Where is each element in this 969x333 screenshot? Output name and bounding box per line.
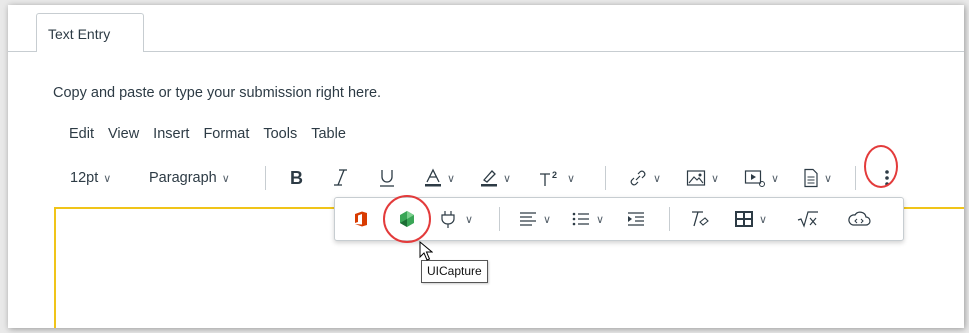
italic-icon: [334, 169, 347, 186]
tab-bar: Text Entry: [8, 5, 964, 52]
align-button[interactable]: ∨: [519, 198, 551, 240]
editor-menubar: Edit View Insert Format Tools Table: [69, 126, 346, 142]
media-icon: [744, 170, 765, 187]
mouse-pointer-icon: [419, 241, 433, 261]
image-button[interactable]: ∨: [686, 163, 719, 193]
italic-button[interactable]: [333, 163, 349, 193]
tab-text-entry[interactable]: Text Entry: [36, 13, 144, 52]
math-icon: [797, 211, 818, 228]
clear-format-icon: [692, 211, 709, 227]
chevron-down-icon: ∨: [596, 213, 605, 226]
document-button[interactable]: ∨: [803, 163, 832, 193]
underline-button[interactable]: [378, 163, 396, 193]
link-icon: [630, 170, 646, 186]
assignment-submission-panel: Text Entry Copy and paste or type your s…: [8, 5, 964, 328]
instruction-text: Copy and paste or type your submission r…: [53, 85, 382, 101]
list-button[interactable]: ∨: [572, 198, 604, 240]
chevron-down-icon: ∨: [824, 172, 833, 185]
chevron-down-icon: ∨: [759, 213, 768, 226]
office-button[interactable]: [354, 198, 368, 240]
underline-icon: [380, 170, 394, 187]
office-icon: [355, 211, 367, 227]
editor-toolbar: 12pt ∨ Paragraph ∨ B ∨ ∨ 2 ∨ ∨ ∨ ∨ ∨: [60, 163, 920, 193]
align-icon: [520, 212, 536, 226]
document-icon: [804, 168, 818, 188]
media-button[interactable]: ∨: [744, 163, 779, 193]
block-format-select[interactable]: Paragraph ∨: [149, 163, 230, 193]
menu-edit[interactable]: Edit: [69, 126, 94, 142]
menu-view[interactable]: View: [108, 126, 139, 142]
text-color-button[interactable]: ∨: [424, 163, 455, 193]
menu-tools[interactable]: Tools: [263, 126, 297, 142]
tooltip-uicapture: UICapture: [421, 260, 488, 283]
chevron-down-icon: ∨: [567, 172, 576, 185]
chevron-down-icon: ∨: [103, 172, 112, 185]
chevron-down-icon: ∨: [711, 172, 720, 185]
math-equation-button[interactable]: [797, 198, 819, 240]
chevron-down-icon: ∨: [503, 172, 512, 185]
bold-button[interactable]: B: [289, 163, 305, 193]
bold-icon: B: [290, 169, 303, 187]
chevron-down-icon: ∨: [543, 213, 552, 226]
highlight-color-button[interactable]: ∨: [480, 163, 511, 193]
highlight-circle-more: [864, 145, 898, 188]
chevron-down-icon: ∨: [447, 172, 456, 185]
cloud-embed-icon: [848, 211, 871, 226]
plugin-icon: [441, 211, 455, 228]
superscript-button[interactable]: 2 ∨: [538, 163, 575, 193]
highlight-circle-uicapture: [383, 195, 431, 243]
table-button[interactable]: ∨: [735, 198, 767, 240]
indent-icon: [628, 212, 644, 226]
svg-text:B: B: [290, 169, 303, 187]
chevron-down-icon: ∨: [465, 213, 474, 226]
text-color-icon: [425, 168, 441, 187]
indent-button[interactable]: [627, 198, 645, 240]
chevron-down-icon: ∨: [221, 172, 230, 185]
highlight-icon: [481, 170, 497, 187]
link-button[interactable]: ∨: [628, 163, 661, 193]
menu-format[interactable]: Format: [203, 126, 249, 142]
chevron-down-icon: ∨: [771, 172, 780, 185]
superscript-icon: 2: [540, 170, 557, 186]
menu-table[interactable]: Table: [311, 126, 346, 142]
image-icon: [686, 170, 706, 186]
font-size-select[interactable]: 12pt ∨: [70, 163, 111, 193]
svg-text:2: 2: [552, 170, 557, 180]
menu-insert[interactable]: Insert: [153, 126, 189, 142]
clear-formatting-button[interactable]: [689, 198, 709, 240]
plugin-button[interactable]: ∨: [439, 198, 473, 240]
cloud-embed-button[interactable]: [847, 198, 871, 240]
list-icon: [572, 212, 589, 226]
chevron-down-icon: ∨: [653, 172, 662, 185]
table-icon: [735, 211, 753, 227]
